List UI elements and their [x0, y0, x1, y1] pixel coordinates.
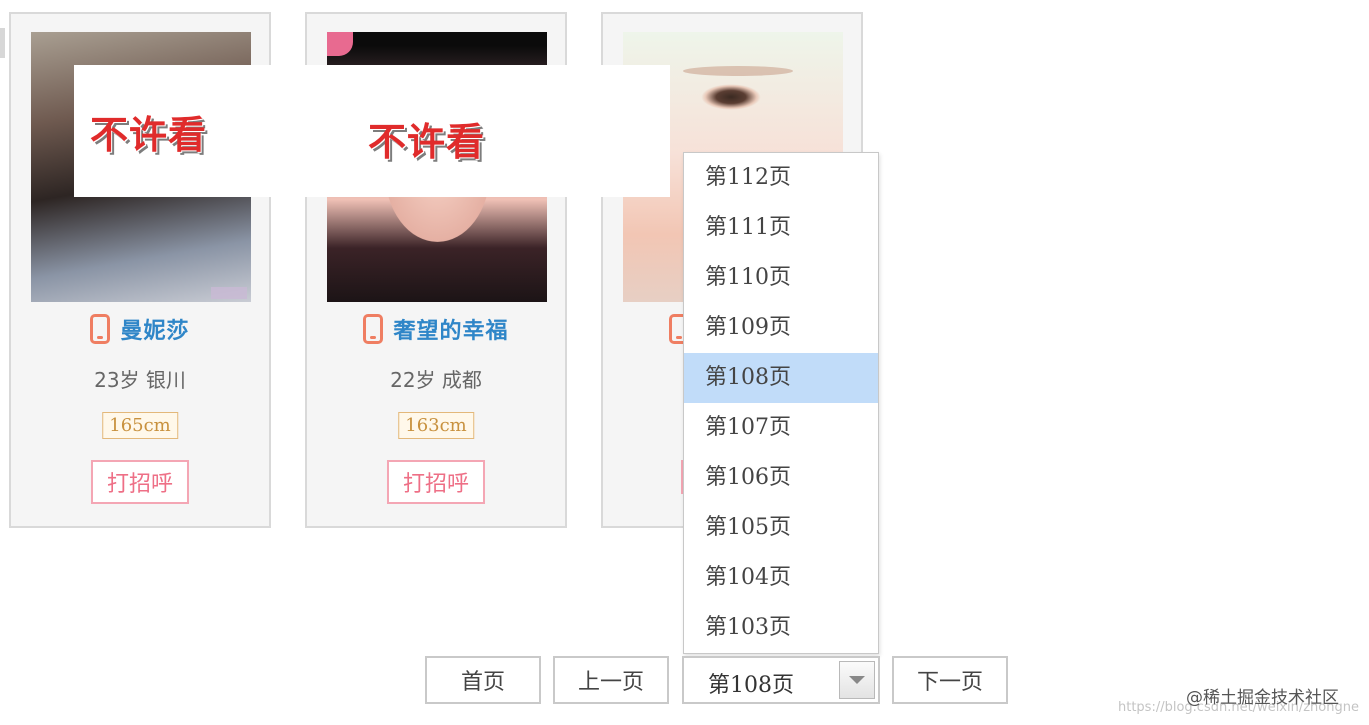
chevron-down-icon [849, 676, 865, 684]
page-option[interactable]: 第104页 [684, 553, 878, 603]
greet-button-2[interactable]: 打招呼 [386, 460, 486, 504]
censor-label-1: 不许看 [90, 113, 208, 157]
page-option-selected[interactable]: 第108页 [684, 353, 878, 403]
height-badge-2: 163cm [398, 412, 474, 439]
page-option[interactable]: 第111页 [684, 203, 878, 253]
phone-icon [90, 314, 111, 344]
profile-name-2[interactable]: 奢望的幸福 [393, 313, 508, 345]
page-option[interactable]: 第107页 [684, 403, 878, 453]
page-select-value: 第108页 [708, 673, 794, 698]
profile-info-2: 22岁 成都 [390, 368, 482, 392]
height-badge-1: 165cm [102, 412, 178, 439]
profile-name-row-1: 曼妮莎 [11, 312, 269, 346]
community-watermark: @稀土掘金技术社区 [1186, 688, 1339, 708]
phone-icon [363, 314, 384, 344]
prev-page-button[interactable]: 上一页 [553, 656, 669, 704]
first-page-button[interactable]: 首页 [425, 656, 541, 704]
page-option[interactable]: 第109页 [684, 303, 878, 353]
page-option[interactable]: 第112页 [684, 153, 878, 203]
page-option[interactable]: 第103页 [684, 603, 878, 653]
profile-info-1: 23岁 银川 [94, 368, 186, 392]
next-page-button[interactable]: 下一页 [892, 656, 1008, 704]
dropdown-arrow-button[interactable] [839, 661, 875, 699]
page-option[interactable]: 第110页 [684, 253, 878, 303]
profile-name-1[interactable]: 曼妮莎 [120, 313, 189, 345]
page-select-dropdown[interactable]: 第112页 第111页 第110页 第109页 第108页 第107页 第106… [683, 152, 879, 654]
page-select[interactable]: 第108页 [682, 656, 880, 704]
censor-label-2: 不许看 [368, 120, 486, 164]
page-option[interactable]: 第106页 [684, 453, 878, 503]
profile-name-row-2: 奢望的幸福 [307, 312, 565, 346]
greet-button-1[interactable]: 打招呼 [90, 460, 190, 504]
page-option[interactable]: 第105页 [684, 503, 878, 553]
page-edge-marker [0, 28, 5, 58]
